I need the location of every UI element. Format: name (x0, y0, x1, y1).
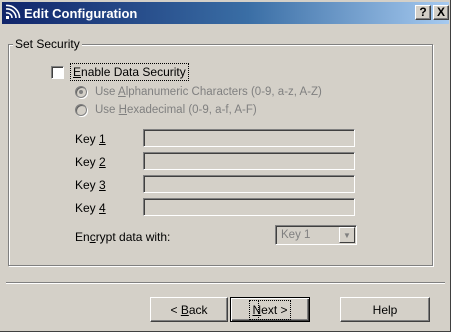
key-3-label: Key 3 (75, 178, 106, 192)
encrypt-key-select[interactable]: Key 1 ▼ (275, 225, 357, 245)
key-2-label: Key 2 (75, 155, 106, 169)
radio-hexadecimal-label: Use Hexadecimal (0-9, a-f, A-F) (95, 104, 257, 116)
key-1-field[interactable] (143, 129, 355, 147)
separator (6, 282, 445, 284)
enable-security-checkbox[interactable] (51, 65, 64, 79)
key-2-field[interactable] (143, 152, 355, 170)
title-bar[interactable]: Edit Configuration ? X (2, 2, 449, 24)
key-3-field[interactable] (143, 175, 355, 193)
encrypt-label: Encrypt data with: (75, 230, 171, 244)
radio-hexadecimal-row[interactable]: Use Hexadecimal (0-9, a-f, A-F) (75, 104, 257, 116)
key-1-label: Key 1 (75, 132, 106, 146)
radio-alphanumeric-row[interactable]: Use Alphanumeric Characters (0-9, a-z, A… (75, 86, 322, 98)
wireless-signal-icon (4, 4, 22, 22)
encrypt-key-value: Key 1 (281, 229, 311, 241)
back-button[interactable]: < Back (150, 297, 228, 322)
key-4-label: Key 4 (75, 201, 106, 215)
group-title: Set Security (13, 37, 82, 51)
help-button[interactable]: Help (340, 297, 430, 322)
radio-alphanumeric[interactable] (75, 86, 87, 98)
dropdown-arrow-icon[interactable]: ▼ (339, 227, 355, 243)
radio-hexadecimal[interactable] (75, 104, 87, 116)
enable-security-row[interactable]: Enable Data Security (51, 63, 189, 81)
help-title-button[interactable]: ? (415, 5, 431, 20)
enable-security-label[interactable]: Enable Data Security (70, 63, 189, 81)
close-button[interactable]: X (433, 5, 449, 20)
radio-alphanumeric-label: Use Alphanumeric Characters (0-9, a-z, A… (95, 86, 322, 98)
next-button[interactable]: Next > (230, 297, 310, 322)
window-title: Edit Configuration (24, 5, 138, 21)
edit-configuration-dialog: Edit Configuration ? X Set Security Enab… (0, 0, 451, 332)
key-4-field[interactable] (143, 198, 355, 216)
